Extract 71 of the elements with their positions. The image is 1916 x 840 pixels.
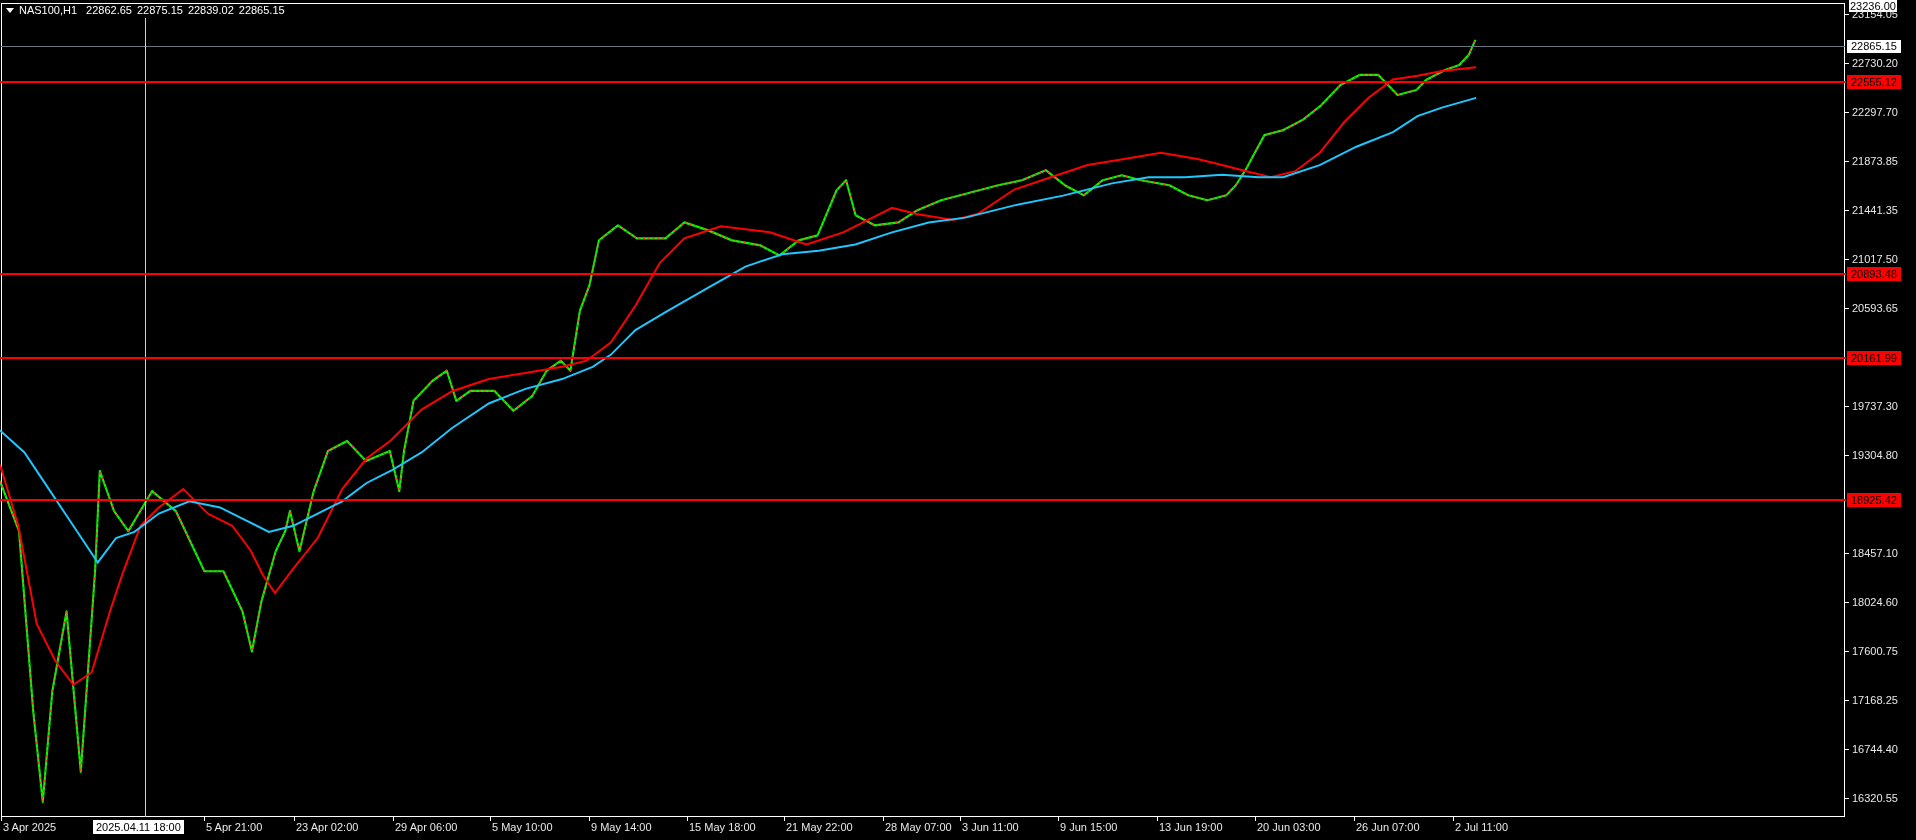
symbol-timeframe-label: NAS100,H1 <box>19 4 78 17</box>
axis-tick <box>1058 817 1059 821</box>
time-axis-label: 9 Jun 15:00 <box>1060 821 1118 834</box>
axis-tick <box>204 817 205 821</box>
time-axis-label: 26 Jun 07:00 <box>1356 821 1420 834</box>
axis-tick <box>1845 259 1849 260</box>
price-axis-label: 19737.30 <box>1852 400 1898 412</box>
axis-tick <box>784 817 785 821</box>
time-axis-label: 21 May 22:00 <box>786 821 853 834</box>
axis-tick <box>589 817 590 821</box>
level-price-label: 20161.99 <box>1847 351 1901 365</box>
time-axis-label: 3 Apr 2025 <box>3 821 57 834</box>
price-axis-label: 21441.35 <box>1852 204 1898 216</box>
price-axis-label: 22730.20 <box>1852 57 1898 69</box>
ohlc-price-value: 22862.65 <box>86 4 132 17</box>
axis-tick <box>883 817 884 821</box>
price-axis-label: 17600.75 <box>1852 645 1898 657</box>
ohlc-price-value: 22865.15 <box>238 4 285 17</box>
axis-tick <box>1845 308 1849 309</box>
ohlc-price-value: 22839.02 <box>187 4 234 17</box>
axis-tick <box>393 817 394 821</box>
dropdown-triangle-icon[interactable] <box>6 8 14 13</box>
axis-tick <box>1354 817 1355 821</box>
time-axis-label: 3 Jun 11:00 <box>962 821 1019 834</box>
axis-tick <box>1845 112 1849 113</box>
price-axis-label: 19304.80 <box>1852 449 1898 461</box>
price-axis-label: 17168.25 <box>1852 694 1898 706</box>
time-axis-label: 13 Jun 19:00 <box>1159 821 1223 834</box>
price-axis-label: 21873.85 <box>1852 155 1898 167</box>
time-axis-label: 5 May 10:00 <box>492 821 553 834</box>
axis-tick <box>1845 553 1849 554</box>
axis-tick <box>687 817 688 821</box>
ohlc-price-value: 22875.15 <box>137 4 183 17</box>
price-axis-label: 20593.65 <box>1852 302 1898 314</box>
axis-tick <box>490 817 491 821</box>
axis-tick <box>1845 602 1849 603</box>
time-axis-label: 2 Jul 11:00 <box>1455 821 1508 834</box>
price-axis-label: 18457.10 <box>1852 547 1898 559</box>
axis-tick <box>1845 161 1849 162</box>
axis-tick <box>1845 14 1849 15</box>
axis-tick <box>1845 798 1849 799</box>
axis-tick <box>1255 817 1256 821</box>
axis-tick <box>1 817 2 821</box>
time-axis-label: 20 Jun 03:00 <box>1257 821 1321 834</box>
level-price-label: 22555.12 <box>1847 75 1901 89</box>
axis-tick <box>1845 63 1849 64</box>
time-axis-label: 23 Apr 02:00 <box>296 821 359 834</box>
crosshair-time-label: 2025.04.11 18:00 <box>93 820 184 834</box>
axis-tick <box>1845 455 1849 456</box>
level-price-label: 18925.42 <box>1847 493 1901 507</box>
price-axis-label: 16320.55 <box>1852 792 1898 804</box>
axis-tick <box>1845 700 1849 701</box>
axis-tick <box>294 817 295 821</box>
axis-tick <box>1845 749 1849 750</box>
axis-tick <box>960 817 961 821</box>
time-axis-label: 5 Apr 21:00 <box>206 821 263 834</box>
time-axis-label: 28 May 07:00 <box>885 821 952 834</box>
axis-tick <box>1157 817 1158 821</box>
axis-tick <box>1845 651 1849 652</box>
axis-tick <box>1845 210 1849 211</box>
axis-tick <box>1845 406 1849 407</box>
price-axis-label: 18024.60 <box>1852 596 1898 608</box>
price-axis-label: 21017.50 <box>1852 253 1898 265</box>
time-axis-label: 29 Apr 06:00 <box>395 821 458 834</box>
price-axis-label: 22297.70 <box>1852 106 1898 118</box>
price-axis-label: 16744.40 <box>1852 743 1898 755</box>
time-axis-label: 9 May 14:00 <box>591 821 652 834</box>
level-price-label: 20893.48 <box>1847 267 1901 281</box>
current-price-label: 22865.15 <box>1847 40 1901 53</box>
axis-tick <box>1453 817 1454 821</box>
time-axis-label: 15 May 18:00 <box>689 821 756 834</box>
